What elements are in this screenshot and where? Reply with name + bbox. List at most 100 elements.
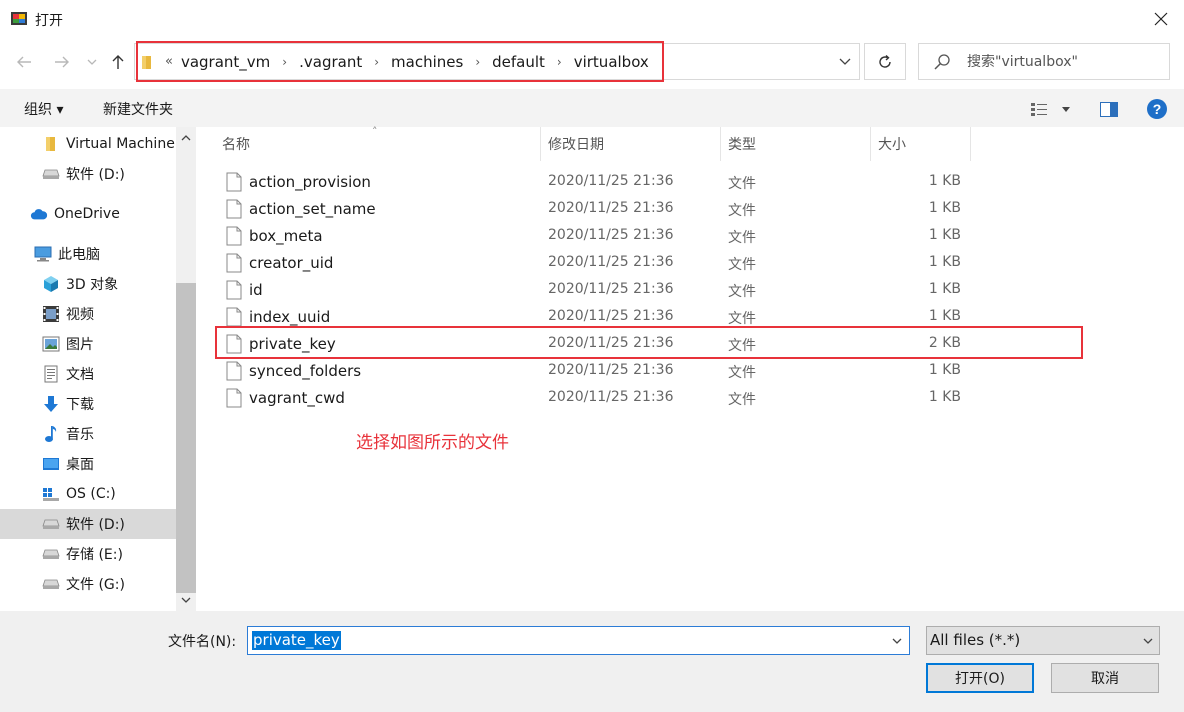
breadcrumb-item[interactable]: vagrant_vm (181, 53, 270, 71)
sidebar-item-desktop[interactable]: 桌面 (0, 449, 176, 479)
sidebar-scrollbar-thumb[interactable] (176, 283, 196, 593)
file-icon (226, 199, 242, 219)
up-button[interactable] (106, 50, 130, 74)
music-icon (42, 425, 60, 443)
file-row[interactable]: synced_folders 2020/11/25 21:36 文件 1 KB (216, 358, 976, 385)
cancel-button[interactable]: 取消 (1051, 663, 1159, 693)
file-date: 2020/11/25 21:36 (548, 227, 674, 243)
sidebar-item-os-c[interactable]: OS (C:) (0, 479, 176, 509)
dialog-footer: 文件名(N): private_key All files (*.*) 打开(O… (0, 611, 1184, 712)
file-date: 2020/11/25 21:36 (548, 389, 674, 405)
search-box[interactable] (918, 43, 1170, 80)
column-divider[interactable] (540, 127, 541, 161)
sidebar-item-3d-objects[interactable]: 3D 对象 (0, 269, 176, 299)
file-size: 2 KB (928, 335, 961, 351)
computer-icon (34, 245, 52, 263)
file-row[interactable]: action_set_name 2020/11/25 21:36 文件 1 KB (216, 196, 976, 223)
chevron-right-icon[interactable]: › (557, 55, 562, 69)
column-header-size[interactable]: 大小 (878, 127, 906, 161)
file-size: 1 KB (928, 389, 961, 405)
drive-icon (42, 515, 60, 533)
forward-button[interactable] (50, 50, 74, 74)
file-size: 1 KB (928, 362, 961, 378)
window-title: 打开 (35, 13, 63, 29)
file-row[interactable]: creator_uid 2020/11/25 21:36 文件 1 KB (216, 250, 976, 277)
column-divider[interactable] (870, 127, 871, 161)
recent-locations-button[interactable] (82, 50, 102, 74)
sidebar-item-software-d-selected[interactable]: 软件 (D:) (0, 509, 176, 539)
sidebar-item-files-g[interactable]: 文件 (G:) (0, 569, 176, 599)
column-divider[interactable] (720, 127, 721, 161)
file-name: action_provision (249, 173, 371, 191)
breadcrumb-overflow[interactable]: « (165, 54, 173, 69)
cloud-icon (30, 205, 48, 223)
breadcrumb-item[interactable]: machines (391, 53, 463, 71)
file-row[interactable]: index_uuid 2020/11/25 21:36 文件 1 KB (216, 304, 976, 331)
sidebar-item-music[interactable]: 音乐 (0, 419, 176, 449)
sidebar-item-onedrive[interactable]: OneDrive (0, 199, 176, 229)
sidebar-item-documents[interactable]: 文档 (0, 359, 176, 389)
sidebar-item-videos[interactable]: 视频 (0, 299, 176, 329)
address-dropdown-button[interactable] (831, 44, 859, 79)
file-row-selected[interactable]: private_key 2020/11/25 21:36 文件 2 KB (216, 331, 976, 358)
file-name: action_set_name (249, 200, 376, 218)
file-row[interactable]: vagrant_cwd 2020/11/25 21:36 文件 1 KB (216, 385, 976, 412)
video-icon (42, 305, 60, 323)
file-name: private_key (249, 335, 336, 353)
organize-menu[interactable]: 组织 ▾ (24, 99, 63, 119)
search-icon (934, 53, 950, 70)
sidebar-item-label: OS (C:) (66, 486, 116, 502)
download-icon (42, 395, 60, 413)
sidebar-item-software-d[interactable]: 软件 (D:) (0, 159, 176, 189)
filename-input[interactable]: private_key (247, 626, 910, 655)
file-size: 1 KB (928, 308, 961, 324)
file-row[interactable]: box_meta 2020/11/25 21:36 文件 1 KB (216, 223, 976, 250)
filename-dropdown-button[interactable] (887, 627, 907, 654)
sidebar-item-this-pc[interactable]: 此电脑 (0, 239, 176, 269)
file-row[interactable]: id 2020/11/25 21:36 文件 1 KB (216, 277, 976, 304)
address-bar[interactable]: « vagrant_vm › .vagrant › machines › def… (134, 43, 860, 80)
filename-value[interactable]: private_key (252, 631, 341, 650)
search-input[interactable] (967, 53, 1167, 70)
sidebar-item-pictures[interactable]: 图片 (0, 329, 176, 359)
chevron-right-icon[interactable]: › (475, 55, 480, 69)
scroll-up-button[interactable] (176, 129, 196, 147)
file-type-dropdown[interactable] (1143, 627, 1153, 654)
file-icon (226, 361, 242, 381)
sidebar-item-storage-e[interactable]: 存储 (E:) (0, 539, 176, 569)
chevron-right-icon[interactable]: › (282, 55, 287, 69)
scroll-down-button[interactable] (176, 591, 196, 609)
refresh-button[interactable] (864, 43, 906, 80)
help-icon[interactable]: ? (1146, 98, 1168, 120)
view-details-icon[interactable] (1030, 101, 1048, 117)
sidebar-item-label: 下载 (66, 397, 94, 413)
file-list: ˄ 名称 修改日期 类型 大小 action_provision 2020/11… (196, 125, 1184, 611)
view-controls: ? (1030, 98, 1168, 120)
file-icon (226, 334, 242, 354)
file-row[interactable]: action_provision 2020/11/25 21:36 文件 1 K… (216, 169, 976, 196)
sidebar-item-label: 视频 (66, 307, 94, 323)
close-button[interactable] (1138, 0, 1184, 38)
column-header-type[interactable]: 类型 (728, 127, 756, 161)
file-date: 2020/11/25 21:36 (548, 335, 674, 351)
windows-drive-icon (42, 485, 60, 503)
breadcrumb-item[interactable]: default (492, 53, 545, 71)
sidebar-item-label: OneDrive (54, 206, 120, 222)
sidebar-item-virtual-machine[interactable]: Virtual Machine (0, 129, 176, 159)
chevron-right-icon[interactable]: › (374, 55, 379, 69)
column-divider[interactable] (970, 127, 971, 161)
column-header-date[interactable]: 修改日期 (548, 127, 604, 161)
breadcrumb-item[interactable]: virtualbox (574, 53, 649, 71)
new-folder-button[interactable]: 新建文件夹 (103, 99, 173, 119)
column-header-name[interactable]: 名称 (222, 127, 250, 161)
file-date: 2020/11/25 21:36 (548, 362, 674, 378)
breadcrumb-item[interactable]: .vagrant (299, 53, 362, 71)
open-button[interactable]: 打开(O) (926, 663, 1034, 693)
file-date: 2020/11/25 21:36 (548, 254, 674, 270)
back-button[interactable] (12, 50, 36, 74)
chevron-down-icon[interactable] (1062, 106, 1070, 112)
preview-pane-icon[interactable] (1100, 101, 1118, 117)
arrow-up-icon (112, 55, 124, 69)
file-type-select[interactable]: All files (*.*) (926, 626, 1160, 655)
sidebar-item-downloads[interactable]: 下载 (0, 389, 176, 419)
